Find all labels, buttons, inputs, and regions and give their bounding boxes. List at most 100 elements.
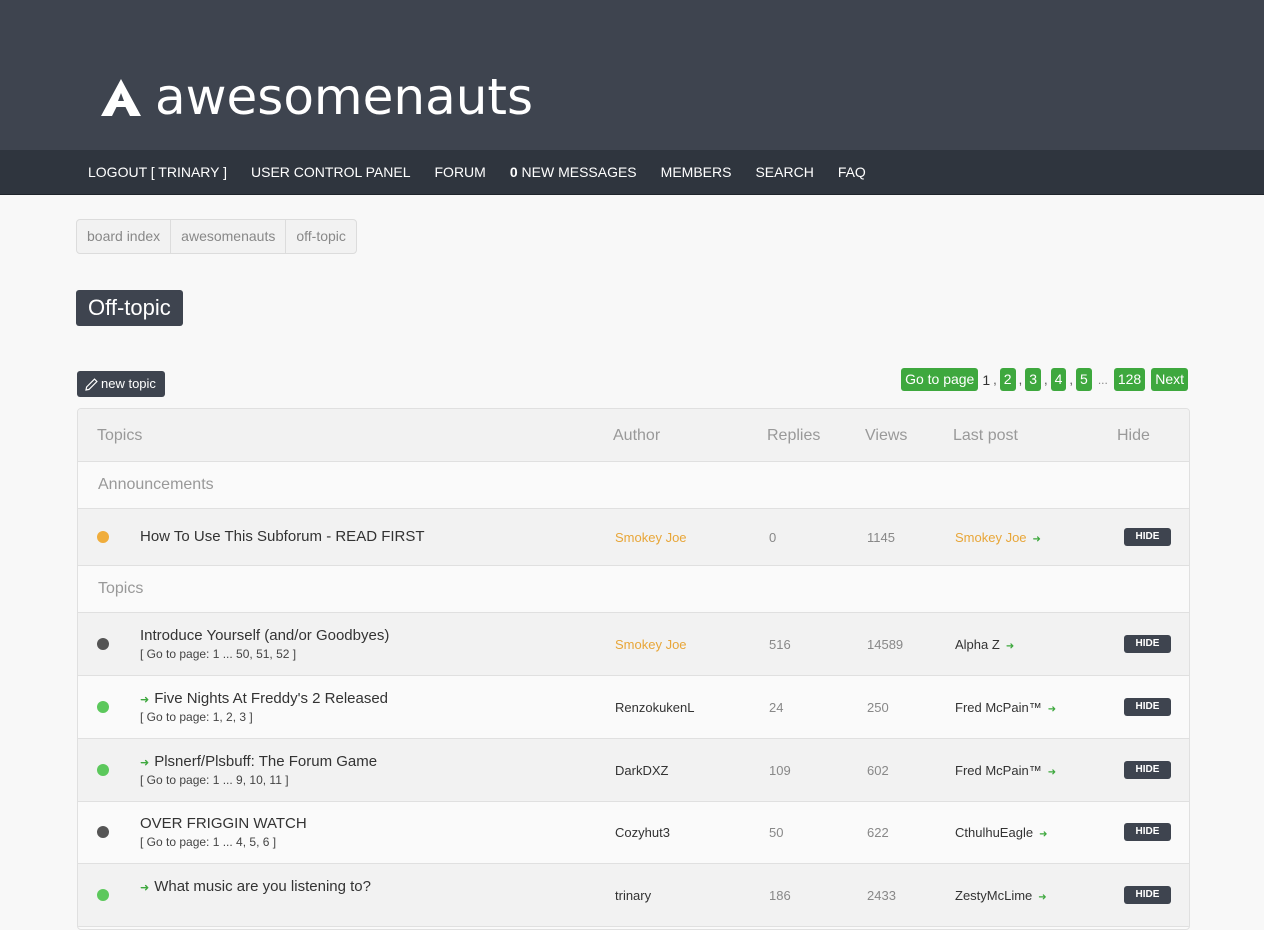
topic-author[interactable]: Cozyhut3 [615,825,670,840]
topic-replies: 516 [769,637,791,652]
page-separator: , [1069,372,1074,387]
page-link-last[interactable]: 128 [1113,368,1146,391]
page-link-3[interactable]: 3 [1025,368,1041,391]
pagination: Go to page 1 , 2 , 3 , 4 , 5 ... 128 Nex… [901,368,1188,391]
site-logo[interactable]: awesomenauts [101,70,533,124]
topic-replies: 109 [769,763,791,778]
last-post-author: CthulhuEagle [955,825,1034,840]
breadcrumb-board-index[interactable]: board index [77,220,172,253]
topic-status-icon [97,764,109,776]
announcements-section-header: Announcements [78,462,1189,509]
breadcrumb-awesomenauts[interactable]: awesomenauts [171,220,287,253]
topic-author[interactable]: DarkDXZ [615,763,668,778]
header-hide: Hide [1117,427,1150,444]
arrow-right-icon: ➜ [140,757,150,769]
hide-button[interactable]: HIDE [1124,761,1171,779]
arrow-right-icon: ➜ [1032,534,1041,545]
arrow-right-icon: ➜ [140,694,150,706]
last-post-author: Alpha Z [955,637,1000,652]
topic-views: 2433 [867,888,896,903]
topic-replies: 24 [769,700,784,715]
topic-author[interactable]: trinary [615,888,651,903]
new-topic-button[interactable]: new topic [77,371,165,397]
last-post-link[interactable]: CthulhuEagle ➜ [955,825,1047,840]
topics-section-header: Topics [78,566,1189,613]
topic-replies: 186 [769,888,791,903]
topic-views: 14589 [867,637,904,652]
topic-table: Topics Author Replies Views Last post Hi… [77,408,1190,930]
topic-title-link[interactable]: How To Use This Subforum - READ FIRST [140,528,425,545]
topic-pages[interactable]: [ Go to page: 1, 2, 3 ] [140,710,253,724]
last-post-link[interactable]: Alpha Z ➜ [955,637,1014,652]
hide-button[interactable]: HIDE [1124,886,1171,904]
topic-status-icon [97,701,109,713]
topic-replies: 50 [769,825,784,840]
new-messages-label: NEW MESSAGES [517,164,637,180]
announcement-row: How To Use This Subforum - READ FIRST Sm… [78,509,1189,566]
next-page-button[interactable]: Next [1151,368,1188,391]
topic-title-text: What music are you listening to? [154,878,371,895]
topic-views: 250 [867,700,889,715]
hide-button[interactable]: HIDE [1124,823,1171,841]
topic-status-icon [97,638,109,650]
page-separator: , [1018,372,1023,387]
breadcrumb-off-topic[interactable]: off-topic [286,220,356,253]
nav-members[interactable]: MEMBERS [661,150,732,194]
header-topics: Topics [97,427,143,444]
topic-pages[interactable]: [ Go to page: 1 ... 4, 5, 6 ] [140,835,276,849]
last-post-author: Fred McPain™ [955,763,1042,778]
topic-status-icon [97,826,109,838]
main-navbar: LOGOUT [ TRINARY ] USER CONTROL PANEL FO… [0,150,1264,195]
topic-pages[interactable]: [ Go to page: 1 ... 50, 51, 52 ] [140,647,296,661]
new-topic-label: new topic [101,376,156,391]
table-row: ➜ Plsnerf/Plsbuff: The Forum Game [ Go to… [78,739,1189,802]
nav-user-control-panel[interactable]: USER CONTROL PANEL [251,150,410,194]
pencil-icon [85,377,98,391]
hide-button[interactable]: HIDE [1124,528,1171,546]
topic-author[interactable]: Smokey Joe [615,530,687,545]
nav-forum[interactable]: FORUM [435,150,486,194]
table-row: Introduce Yourself (and/or Goodbyes) [ G… [78,613,1189,676]
topic-views: 602 [867,763,889,778]
topic-author[interactable]: RenzokukenL [615,700,695,715]
topic-author[interactable]: Smokey Joe [615,637,687,652]
arrow-right-icon: ➜ [1005,641,1015,652]
topics-label: Topics [98,580,144,597]
topic-title-link[interactable]: OVER FRIGGIN WATCH [140,815,307,832]
topic-pages[interactable]: [ Go to page: 1 ... 9, 10, 11 ] [140,773,289,787]
page-link-2[interactable]: 2 [999,368,1016,391]
table-row: ➜ What music are you listening to? trinar… [78,864,1189,927]
last-post-link[interactable]: Fred McPain™ ➜ [955,700,1056,715]
nav-logout[interactable]: LOGOUT [ TRINARY ] [88,150,227,194]
last-post-author: ZestyMcLime [955,888,1033,903]
page-title: Off-topic [76,290,183,326]
topic-status-icon [97,889,109,901]
topic-title-text: Five Nights At Freddy's 2 Released [154,690,389,707]
last-post-link[interactable]: Fred McPain™ ➜ [955,763,1056,778]
page-link-5[interactable]: 5 [1076,368,1092,391]
nav-search[interactable]: SEARCH [755,150,813,194]
hide-button[interactable]: HIDE [1124,635,1171,653]
arrow-right-icon: ➜ [1039,829,1048,840]
nav-new-messages[interactable]: 0 NEW MESSAGES [510,150,637,194]
topic-replies: 0 [769,530,777,545]
logo-text: awesomenauts [155,68,534,126]
topic-views: 622 [867,825,889,840]
header-views: Views [865,427,908,444]
header-replies: Replies [767,427,821,444]
topic-title-link[interactable]: ➜ Five Nights At Freddy's 2 Released [140,690,388,707]
topic-title-link[interactable]: ➜ What music are you listening to? [140,878,371,895]
arrow-right-icon: ➜ [1047,767,1057,778]
topic-title-link[interactable]: ➜ Plsnerf/Plsbuff: The Forum Game [140,753,377,770]
topic-title-link[interactable]: Introduce Yourself (and/or Goodbyes) [140,627,389,644]
last-post-link[interactable]: Smokey Joe ➜ [955,530,1041,545]
nav-faq[interactable]: FAQ [838,150,866,194]
hide-button[interactable]: HIDE [1124,698,1171,716]
last-post-link[interactable]: ZestyMcLime ➜ [955,888,1047,903]
topic-title-text: Plsnerf/Plsbuff: The Forum Game [154,753,378,770]
page-link-4[interactable]: 4 [1050,368,1067,391]
announcements-label: Announcements [98,476,214,493]
go-to-page-button[interactable]: Go to page [901,368,979,391]
table-header: Topics Author Replies Views Last post Hi… [78,409,1189,462]
site-header: awesomenauts [0,0,1264,150]
